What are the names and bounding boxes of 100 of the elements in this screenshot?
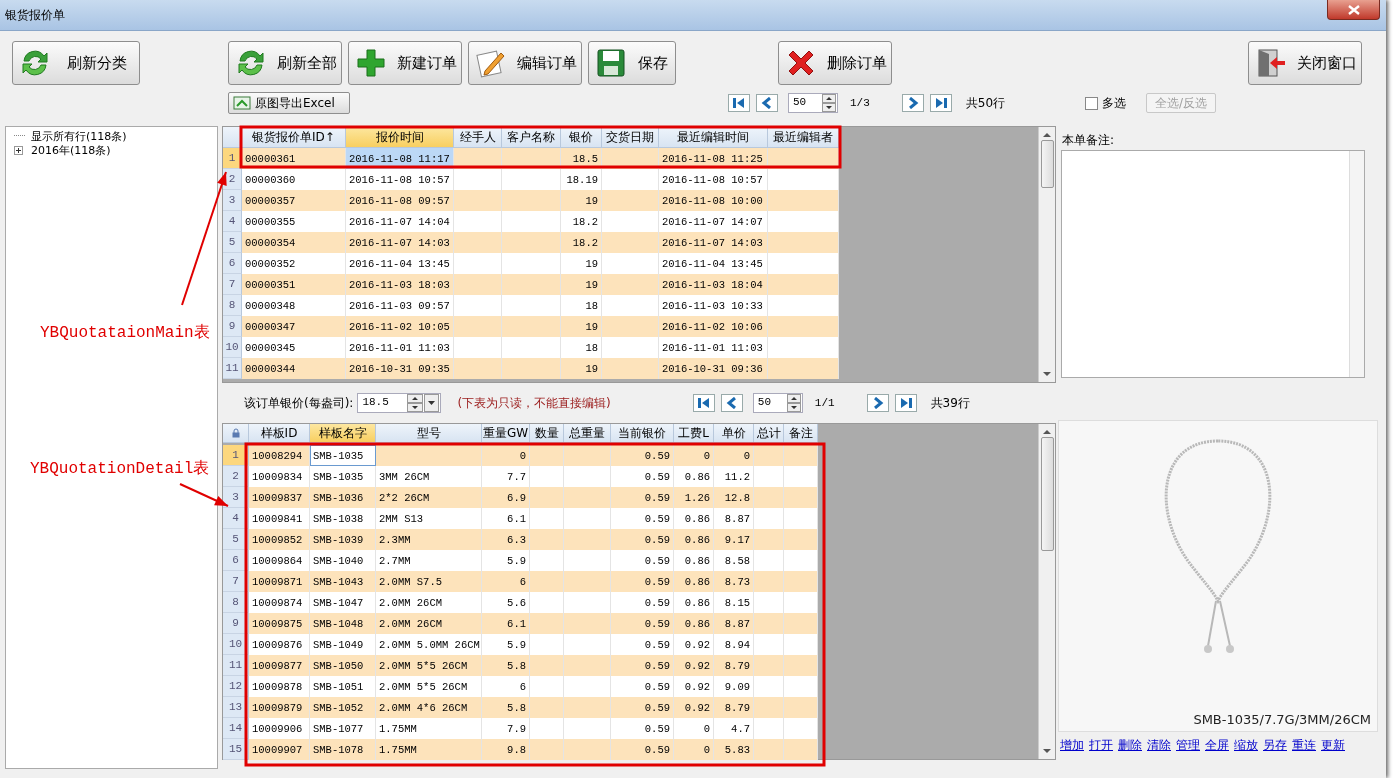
- table-cell: [502, 190, 561, 211]
- column-header[interactable]: 当前银价: [611, 424, 674, 443]
- column-header[interactable]: 客户名称: [502, 127, 561, 148]
- table-cell: SMB-1047: [310, 592, 376, 613]
- edit-icon: [475, 47, 507, 79]
- tree-item[interactable]: 显示所有行(118条): [25, 128, 127, 144]
- scroll-up-icon[interactable]: [1043, 132, 1051, 138]
- table-cell: 2016-11-08 10:00: [659, 190, 768, 211]
- previous-page-button[interactable]: [756, 94, 778, 112]
- column-header[interactable]: 型号: [376, 424, 482, 443]
- last-page-button[interactable]: [894, 394, 917, 412]
- price-per-ounce-field[interactable]: 18.5: [357, 393, 442, 413]
- toolbar-button[interactable]: 关闭窗口: [1248, 41, 1362, 85]
- row-number[interactable]: 10: [223, 337, 242, 358]
- table-cell: 10009907: [249, 739, 310, 760]
- image-action-link[interactable]: 删除: [1118, 737, 1142, 754]
- image-action-link[interactable]: 清除: [1147, 737, 1171, 754]
- image-action-link[interactable]: 重连: [1292, 737, 1316, 754]
- page-size-field[interactable]: 50: [788, 93, 838, 113]
- column-header[interactable]: 数量: [530, 424, 564, 443]
- toolbar-button[interactable]: 删除订单: [778, 41, 892, 85]
- image-action-link[interactable]: 打开: [1089, 737, 1113, 754]
- table-cell: [564, 508, 611, 529]
- scroll-down-icon[interactable]: [1043, 371, 1051, 377]
- next-page-button[interactable]: [901, 94, 924, 112]
- column-header[interactable]: 样板名字: [310, 424, 376, 443]
- row-number[interactable]: 9: [223, 316, 242, 337]
- image-action-link[interactable]: 缩放: [1234, 737, 1258, 754]
- table-cell: [564, 571, 611, 592]
- scrollbar-thumb[interactable]: [1040, 140, 1054, 188]
- row-number[interactable]: 4: [223, 211, 242, 232]
- scroll-down-icon[interactable]: [1043, 748, 1051, 754]
- first-page-button[interactable]: [728, 94, 750, 112]
- toolbar-button[interactable]: 新建订单: [348, 41, 462, 85]
- table-cell: 7.9: [482, 718, 530, 739]
- table-cell: [564, 613, 611, 634]
- table-cell: [564, 634, 611, 655]
- column-header[interactable]: 工费L: [674, 424, 714, 443]
- table-cell: [754, 508, 784, 529]
- image-action-link[interactable]: 更新: [1321, 737, 1345, 754]
- table-cell: [530, 634, 564, 655]
- table-cell: SMB-1039: [310, 529, 376, 550]
- image-action-link[interactable]: 另存: [1263, 737, 1287, 754]
- column-header[interactable]: 单价: [714, 424, 754, 443]
- table-cell: 0.86: [674, 571, 714, 592]
- row-number[interactable]: 5: [223, 232, 242, 253]
- expand-toggle-icon[interactable]: [14, 145, 25, 155]
- table-cell: [564, 676, 611, 697]
- image-action-link[interactable]: 管理: [1176, 737, 1200, 754]
- image-action-link[interactable]: 全屏: [1205, 737, 1229, 754]
- table-cell: 0: [674, 445, 714, 466]
- table-cell: SMB-1078: [310, 739, 376, 760]
- table-cell: [602, 169, 659, 190]
- column-header[interactable]: 样板ID: [249, 424, 310, 443]
- column-header[interactable]: 重量GW: [482, 424, 530, 443]
- column-header[interactable]: 经手人: [454, 127, 502, 148]
- row-number[interactable]: 8: [223, 295, 242, 316]
- tree-item[interactable]: 2016年(118条): [25, 142, 111, 158]
- table-cell: 0.59: [611, 508, 674, 529]
- multi-select-checkbox[interactable]: 多选: [1085, 94, 1127, 112]
- previous-page-button[interactable]: [720, 394, 743, 412]
- row-number[interactable]: 11: [223, 358, 242, 379]
- toolbar-button[interactable]: 刷新全部: [228, 41, 342, 85]
- table-cell: 2016-11-03 18:03: [346, 274, 454, 295]
- column-header[interactable]: 总重量: [564, 424, 611, 443]
- table-cell: [530, 676, 564, 697]
- table-cell: [754, 550, 784, 571]
- column-header[interactable]: 报价时间: [346, 127, 454, 148]
- vertical-scrollbar[interactable]: [1038, 424, 1055, 759]
- page-indicator: 1/3: [850, 97, 870, 109]
- row-number[interactable]: 6: [223, 253, 242, 274]
- first-page-button[interactable]: [692, 394, 715, 412]
- table-cell: 00000354: [242, 232, 346, 253]
- column-header[interactable]: 银价: [561, 127, 602, 148]
- export-excel-button[interactable]: 原图导出Excel: [228, 92, 350, 114]
- image-caption: SMB-1035/7.7G/3MM/26CM: [1193, 712, 1371, 727]
- column-header[interactable]: 最近编辑时间: [659, 127, 768, 148]
- scroll-up-icon[interactable]: [1043, 429, 1051, 435]
- page-size-field[interactable]: 50: [752, 393, 803, 413]
- vertical-scrollbar[interactable]: [1038, 127, 1055, 382]
- last-page-button[interactable]: [929, 94, 952, 112]
- row-number[interactable]: 3: [223, 190, 242, 211]
- table-cell: [784, 718, 818, 739]
- close-button[interactable]: [1327, 0, 1380, 20]
- column-header[interactable]: 总计: [754, 424, 784, 443]
- scrollbar-thumb[interactable]: [1040, 437, 1054, 551]
- column-header[interactable]: 交货日期: [602, 127, 659, 148]
- next-page-button[interactable]: [866, 394, 889, 412]
- column-header[interactable]: 备注: [784, 424, 818, 443]
- table-cell: [530, 718, 564, 739]
- table-cell: 6: [482, 676, 530, 697]
- column-header[interactable]: 最近编辑者: [768, 127, 839, 148]
- image-action-link[interactable]: 增加: [1060, 737, 1084, 754]
- row-number[interactable]: 7: [223, 274, 242, 295]
- table-cell: [454, 316, 502, 337]
- toolbar-button[interactable]: 编辑订单: [468, 41, 582, 85]
- toolbar-button[interactable]: 保存: [588, 41, 676, 85]
- table-cell: 2016-11-07 14:03: [659, 232, 768, 253]
- table-cell: 2016-11-08 09:57: [346, 190, 454, 211]
- toolbar-button[interactable]: 刷新分类: [12, 41, 140, 85]
